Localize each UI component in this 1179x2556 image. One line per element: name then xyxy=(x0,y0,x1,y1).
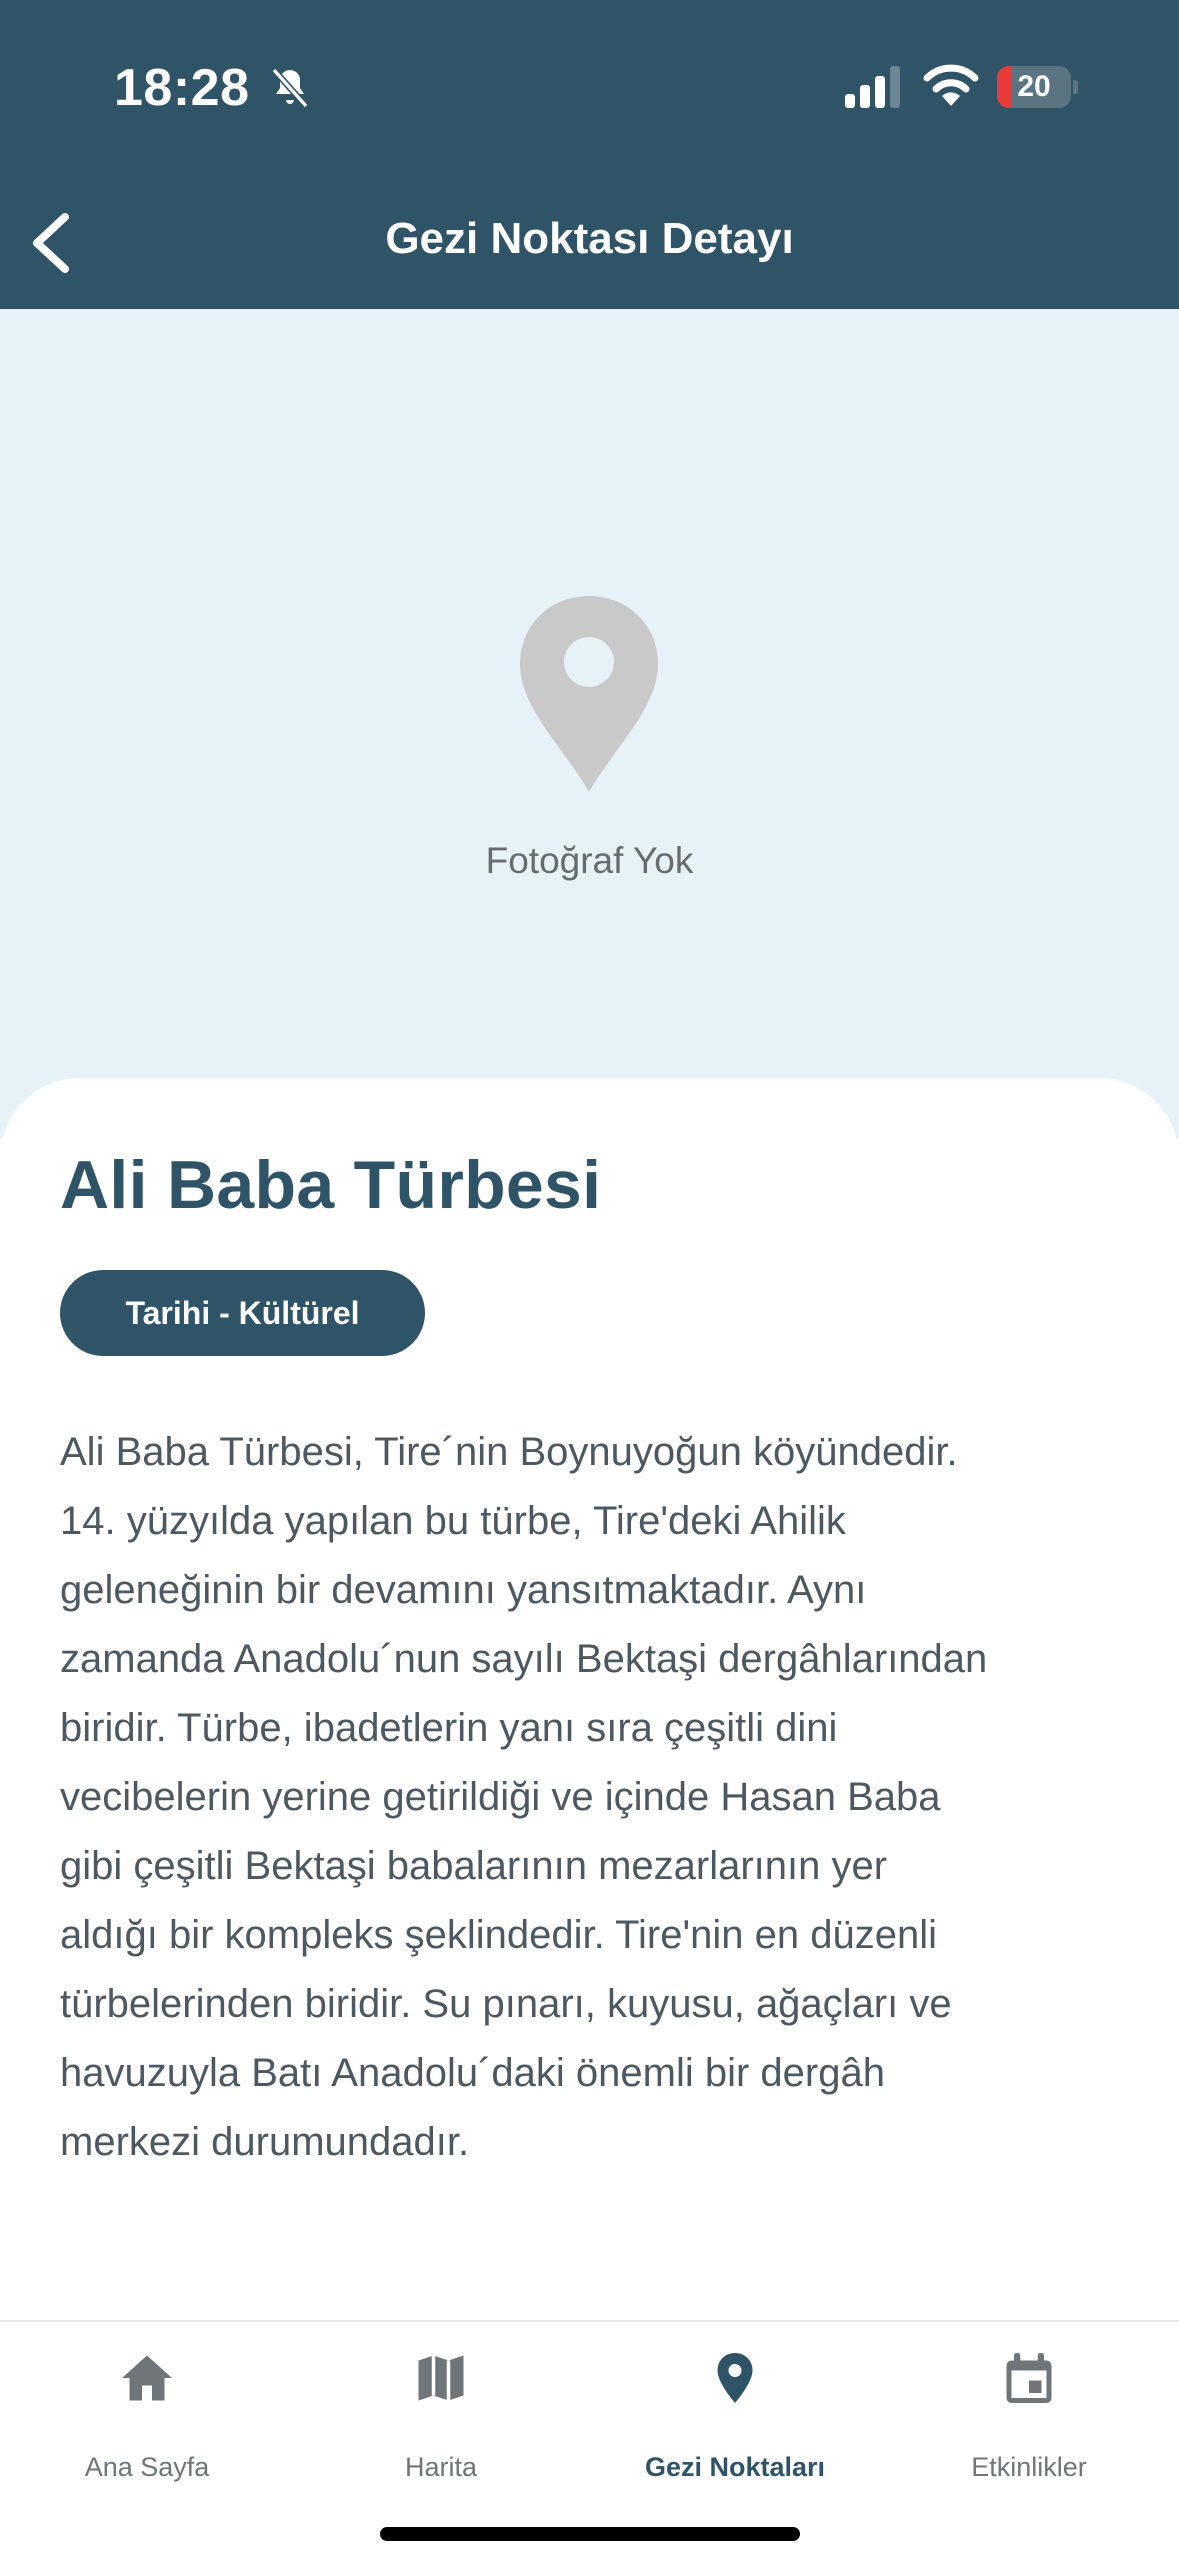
battery-icon: 20 xyxy=(997,66,1078,108)
tab-places[interactable]: Gezi Noktaları xyxy=(588,2322,882,2482)
calendar-icon xyxy=(1006,2353,1052,2403)
description-line: aldığı bir kompleks şeklindedir. Tire'ni… xyxy=(60,1913,937,1957)
map-pin-icon xyxy=(520,596,658,792)
tab-bar: Ana Sayfa Harita Gezi Noktaları Etkinlik… xyxy=(0,2320,1179,2556)
signal-icon xyxy=(845,66,900,108)
description-line: Ali Baba Türbesi, Tire´nin Boynuyoğun kö… xyxy=(60,1430,958,1474)
tab-label: Etkinlikler xyxy=(971,2452,1087,2482)
place-title: Ali Baba Türbesi xyxy=(60,1147,602,1223)
map-pin-icon xyxy=(717,2353,753,2403)
description-line: havuzuyla Batı Anadolu´daki önemli bir d… xyxy=(60,2051,885,2095)
tab-label: Harita xyxy=(404,2452,478,2482)
home-icon xyxy=(122,2355,172,2401)
tab-map[interactable]: Harita xyxy=(294,2322,588,2482)
description-line: geleneğinin bir devamını yansıtmaktadır.… xyxy=(60,1568,867,1612)
tab-label: Ana Sayfa xyxy=(84,2452,210,2482)
tab-events[interactable]: Etkinlikler xyxy=(882,2322,1176,2482)
description-line: gibi çeşitli Bektaşi babalarının mezarla… xyxy=(60,1844,888,1888)
tab-label: Gezi Noktaları xyxy=(644,2452,826,2482)
description-line: zamanda Anadolu´nun sayılı Bektaşi dergâ… xyxy=(60,1637,988,1681)
tab-home[interactable]: Ana Sayfa xyxy=(0,2322,294,2482)
bell-slash-icon xyxy=(271,67,309,109)
description-line: türbelerinden biridir. Su pınarı, kuyusu… xyxy=(60,1982,952,2026)
category-badge: Tarihi - Kültürel xyxy=(60,1270,425,1356)
description-line: merkezi durumundadır. xyxy=(60,2120,470,2164)
wifi-icon xyxy=(923,64,979,106)
battery-level: 20 xyxy=(1017,70,1051,103)
detail-card: Ali Baba Türbesi Tarihi - Kültürel Ali B… xyxy=(0,1078,1179,2318)
photo-placeholder: Fotoğraf Yok xyxy=(0,309,1179,1139)
place-description: Ali Baba Türbesi, Tire´nin Boynuyoğun kö… xyxy=(60,1418,1130,2177)
no-photo-label: Fotoğraf Yok xyxy=(485,840,694,881)
description-line: vecibelerin yerine getirildiği ve içinde… xyxy=(60,1775,941,1819)
status-time: 18:28 xyxy=(114,59,250,117)
header: 18:28 20 Gezi Noktası Detayı xyxy=(0,0,1179,309)
description-line: 14. yüzyılda yapılan bu türbe, Tire'deki… xyxy=(60,1499,846,1543)
map-icon xyxy=(418,2355,464,2401)
description-line: biridir. Türbe, ibadetlerin yanı sıra çe… xyxy=(60,1706,838,1750)
page-title: Gezi Noktası Detayı xyxy=(385,214,794,263)
home-indicator[interactable] xyxy=(380,2527,800,2541)
